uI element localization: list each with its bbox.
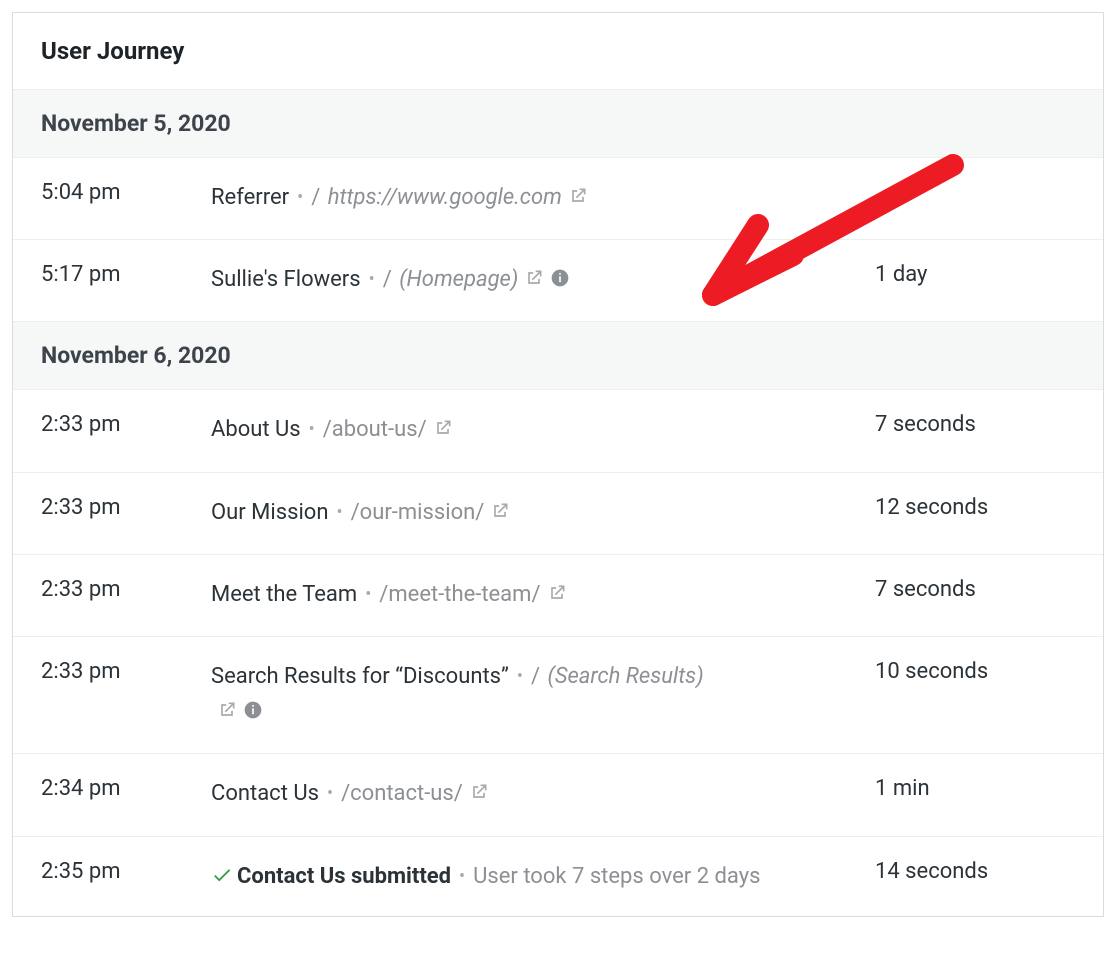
journey-step-duration: 10 seconds — [875, 659, 1075, 684]
journey-step-path: (Homepage) — [399, 267, 518, 292]
date-label: November 6, 2020 — [41, 342, 231, 369]
journey-row: 2:33 pm About Us • /about-us/ 7 seconds — [13, 390, 1103, 472]
path-slash: / — [531, 664, 546, 689]
journey-step-duration: 7 seconds — [875, 412, 1075, 437]
journey-row: 5:04 pm Referrer • / https://www.google.co… — [13, 158, 1103, 240]
separator-dot: • — [365, 584, 371, 605]
journey-row: 2:33 pm Search Results for “Discounts” • /… — [13, 637, 1103, 754]
user-journey-panel: User Journey November 5, 2020 5:04 pm Re… — [12, 12, 1104, 917]
journey-step-path: /about-us/ — [323, 417, 427, 442]
journey-step-time: 2:33 pm — [41, 577, 211, 602]
journey-step-title: Our Mission — [211, 500, 329, 525]
external-link-icon[interactable] — [217, 696, 237, 731]
info-icon[interactable] — [550, 264, 570, 299]
journey-step-title: Meet the Team — [211, 582, 357, 607]
external-link-icon[interactable] — [490, 497, 510, 532]
path-slash: / — [383, 267, 398, 292]
journey-step-title: Referrer — [211, 185, 289, 210]
journey-step-title: Contact Us — [211, 781, 319, 806]
journey-step-time: 2:35 pm — [41, 859, 211, 884]
date-label: November 5, 2020 — [41, 110, 231, 137]
date-header: November 6, 2020 — [13, 322, 1103, 390]
separator-dot: • — [369, 269, 375, 290]
journey-step-time: 2:34 pm — [41, 776, 211, 801]
panel-title: User Journey — [41, 37, 1075, 65]
journey-step-main: Contact Us submitted • User took 7 steps o… — [211, 859, 875, 894]
journey-row: 2:33 pm Our Mission • /our-mission/ 12 sec… — [13, 473, 1103, 555]
external-link-icon[interactable] — [469, 778, 489, 813]
journey-row: 2:33 pm Meet the Team • /meet-the-team/ 7 … — [13, 555, 1103, 637]
external-link-icon[interactable] — [568, 182, 588, 217]
separator-dot: • — [337, 502, 343, 523]
journey-row: 2:35 pm Contact Us submitted • User took 7… — [13, 837, 1103, 916]
path-slash: / — [311, 185, 326, 210]
panel-header: User Journey — [13, 13, 1103, 90]
journey-step-time: 2:33 pm — [41, 659, 211, 684]
journey-step-title: Contact Us submitted — [237, 864, 451, 889]
journey-step-time: 5:04 pm — [41, 180, 211, 205]
journey-step-time: 2:33 pm — [41, 495, 211, 520]
date-header: November 5, 2020 — [13, 90, 1103, 158]
journey-step-path: /our-mission/ — [351, 500, 485, 525]
journey-step-main: Search Results for “Discounts” • / (Search… — [211, 659, 875, 731]
separator-dot: • — [459, 866, 465, 887]
journey-step-duration: 14 seconds — [875, 859, 1075, 884]
journey-step-duration: 1 min — [875, 776, 1075, 801]
external-link-icon[interactable] — [524, 264, 544, 299]
journey-row: 2:34 pm Contact Us • /contact-us/ 1 min — [13, 754, 1103, 836]
journey-step-path: /contact-us/ — [341, 781, 463, 806]
external-link-icon[interactable] — [547, 579, 567, 614]
separator-dot: • — [297, 187, 303, 208]
journey-step-main: About Us • /about-us/ — [211, 412, 875, 449]
separator-dot: • — [309, 419, 315, 440]
journey-step-main: Meet the Team • /meet-the-team/ — [211, 577, 875, 614]
separator-dot: • — [517, 666, 523, 687]
journey-step-time: 5:17 pm — [41, 262, 211, 287]
journey-step-title: About Us — [211, 417, 301, 442]
journey-row: 5:17 pm Sullie's Flowers • / (Homepage) 1 … — [13, 240, 1103, 322]
journey-body: November 5, 2020 5:04 pm Referrer • / http… — [13, 90, 1103, 916]
checkmark-icon — [211, 864, 237, 889]
journey-step-main: Our Mission • /our-mission/ — [211, 495, 875, 532]
separator-dot: • — [327, 783, 333, 804]
journey-step-duration: 1 day — [875, 262, 1075, 287]
journey-step-title: Search Results for “Discounts” — [211, 664, 509, 689]
journey-summary-text: User took 7 steps over 2 days — [473, 864, 760, 889]
journey-step-main: Sullie's Flowers • / (Homepage) — [211, 262, 875, 299]
journey-step-main: Referrer • / https://www.google.com — [211, 180, 875, 217]
journey-step-duration: 7 seconds — [875, 577, 1075, 602]
journey-step-title: Sullie's Flowers — [211, 267, 361, 292]
info-icon[interactable] — [243, 696, 263, 731]
journey-step-time: 2:33 pm — [41, 412, 211, 437]
journey-step-main: Contact Us • /contact-us/ — [211, 776, 875, 813]
journey-step-path: https://www.google.com — [328, 185, 562, 210]
journey-step-path: (Search Results) — [548, 664, 704, 689]
journey-step-path: /meet-the-team/ — [379, 582, 540, 607]
journey-step-duration: 12 seconds — [875, 495, 1075, 520]
external-link-icon[interactable] — [433, 414, 453, 449]
